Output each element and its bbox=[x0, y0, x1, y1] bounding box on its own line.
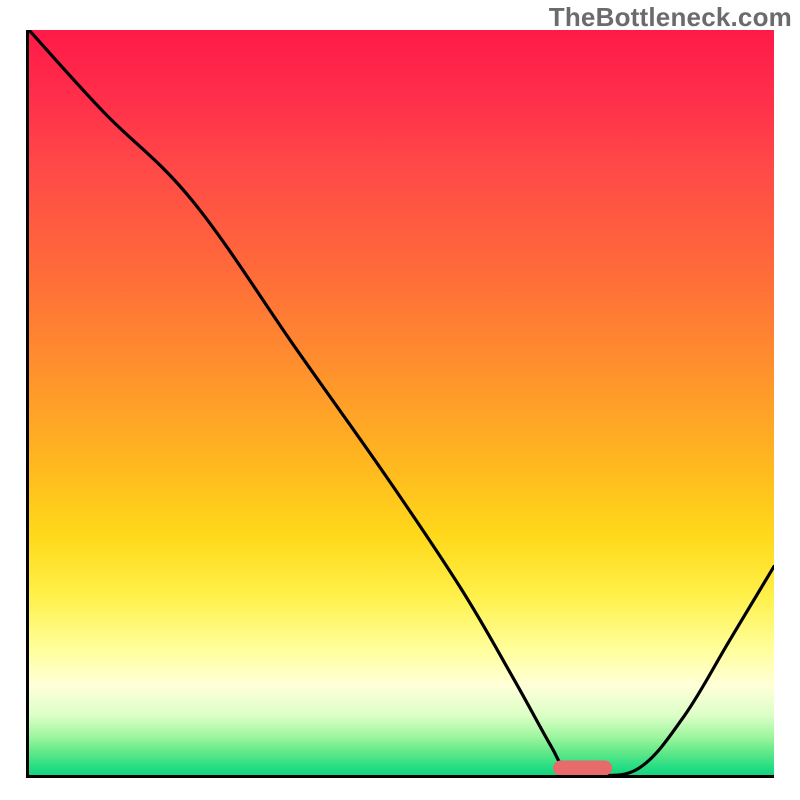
bottleneck-curve bbox=[29, 30, 774, 775]
bottleneck-curve-path bbox=[29, 30, 774, 775]
ideal-range-marker bbox=[553, 761, 613, 776]
watermark-text: TheBottleneck.com bbox=[549, 2, 792, 33]
chart-plot-area bbox=[26, 30, 774, 778]
